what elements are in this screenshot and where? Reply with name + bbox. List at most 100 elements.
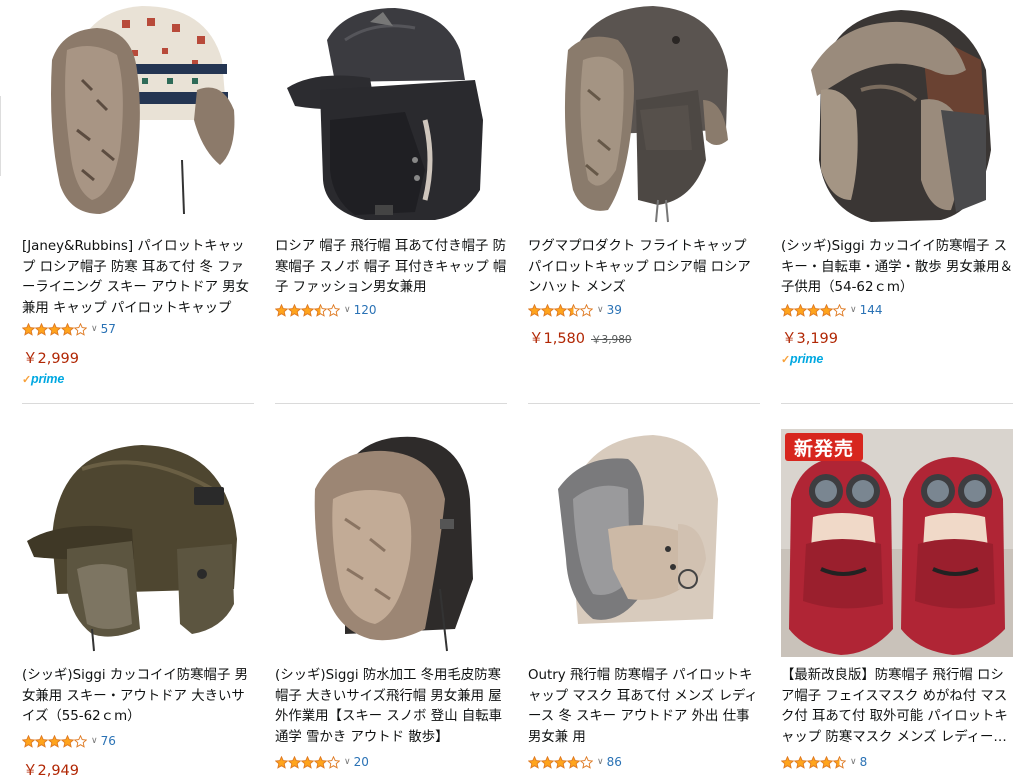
product-image[interactable] [781, 0, 1013, 228]
rating[interactable]: ∨ 86 [528, 754, 622, 770]
prime-label: prime [31, 372, 65, 386]
star-icon [288, 303, 301, 317]
star-rating[interactable] [528, 755, 593, 769]
star-icon [48, 322, 61, 336]
star-icon [781, 755, 794, 769]
prime-badge: ✓ prime [781, 352, 823, 366]
star-icon [74, 322, 87, 336]
chevron-down-icon[interactable]: ∨ [91, 736, 98, 746]
star-icon [61, 734, 74, 748]
star-icon [327, 303, 340, 317]
star-rating[interactable] [22, 734, 87, 748]
star-icon [567, 303, 580, 317]
star-rating[interactable] [22, 322, 87, 336]
rating[interactable]: ∨ 76 [22, 733, 116, 749]
star-icon [35, 734, 48, 748]
star-rating[interactable] [528, 303, 593, 317]
star-icon [48, 734, 61, 748]
star-icon [327, 755, 340, 769]
new-release-badge: 新発売 [785, 433, 863, 461]
chevron-down-icon[interactable]: ∨ [91, 324, 98, 334]
rating[interactable]: ∨ 39 [528, 302, 622, 318]
review-count[interactable]: 39 [607, 303, 622, 317]
rating[interactable]: ∨ 8 [781, 754, 867, 770]
row-divider [781, 403, 1013, 404]
product-image[interactable] [528, 0, 760, 228]
prime-badge: ✓ prime [22, 372, 64, 386]
price-value: ￥1,580 [529, 331, 586, 347]
list-price: ￥3,980 [591, 334, 632, 346]
rating[interactable]: ∨ 20 [275, 754, 369, 770]
product-card[interactable]: 新発売 【最新改良版】防寒帽子 飛行帽 ロシア帽子 フェイスマスク めがね付 マ… [781, 429, 1013, 782]
price-value: ￥2,949 [23, 763, 80, 779]
product-title[interactable]: [Janey&Rubbins] パイロットキャップ ロシア帽子 防寒 耳あて付 … [22, 237, 254, 319]
product-title[interactable]: 【最新改良版】防寒帽子 飛行帽 ロシア帽子 フェイスマスク めがね付 マスク付 … [781, 666, 1013, 748]
product-title[interactable]: (シッギ)Siggi カッコイイ防寒帽子 スキー・自転車・通学・散歩 男女兼用＆… [781, 237, 1013, 299]
star-icon [35, 322, 48, 336]
review-count[interactable]: 76 [101, 734, 116, 748]
review-count[interactable]: 20 [354, 755, 369, 769]
product-image[interactable] [275, 429, 507, 657]
price[interactable]: ￥2,999 [23, 347, 79, 368]
product-image[interactable] [22, 429, 254, 657]
star-rating[interactable] [781, 303, 846, 317]
product-title[interactable]: (シッギ)Siggi 防水加工 冬用毛皮防寒帽子 大きいサイズ飛行帽 男女兼用 … [275, 666, 507, 748]
star-icon [794, 303, 807, 317]
product-card[interactable]: (シッギ)Siggi カッコイイ防寒帽子 男女兼用 スキー・アウトドア 大きいサ… [22, 429, 254, 782]
product-title[interactable]: Outry 飛行帽 防寒帽子 パイロットキャップ マスク 耳あて付 メンズ レデ… [528, 666, 760, 748]
star-icon [275, 303, 288, 317]
row-divider [22, 403, 254, 404]
product-card[interactable]: ワグマプロダクト フライトキャップ パイロットキャップ ロシア帽 ロシアンハット… [528, 0, 760, 404]
rating[interactable]: ∨ 144 [781, 302, 883, 318]
review-count[interactable]: 144 [860, 303, 883, 317]
chevron-down-icon[interactable]: ∨ [597, 757, 604, 767]
star-rating[interactable] [275, 755, 340, 769]
product-card[interactable]: Outry 飛行帽 防寒帽子 パイロットキャップ マスク 耳あて付 メンズ レデ… [528, 429, 760, 782]
star-icon [314, 755, 327, 769]
price-value: ￥2,999 [23, 351, 80, 367]
star-icon [794, 755, 807, 769]
product-image[interactable] [22, 0, 254, 228]
product-image[interactable]: 新発売 [781, 429, 1013, 657]
star-icon [580, 303, 593, 317]
product-card[interactable]: ロシア 帽子 飛行帽 耳あて付き帽子 防寒帽子 スノボ 帽子 耳付きキャップ 帽… [275, 0, 507, 404]
left-edge-line [0, 96, 1, 176]
star-icon [580, 755, 593, 769]
star-rating[interactable] [781, 755, 846, 769]
star-icon [820, 755, 833, 769]
star-rating[interactable] [275, 303, 340, 317]
star-icon [22, 322, 35, 336]
price[interactable]: ￥3,199 [782, 327, 838, 348]
review-count[interactable]: 8 [860, 755, 868, 769]
star-icon [833, 303, 846, 317]
price[interactable]: ￥2,949 [23, 759, 79, 780]
star-icon [781, 303, 794, 317]
star-icon [22, 734, 35, 748]
product-image[interactable] [528, 429, 760, 657]
rating[interactable]: ∨ 57 [22, 321, 116, 337]
product-card[interactable]: (シッギ)Siggi カッコイイ防寒帽子 スキー・自転車・通学・散歩 男女兼用＆… [781, 0, 1013, 404]
badge-label: 新発売 [793, 437, 854, 460]
star-icon [807, 303, 820, 317]
price[interactable]: ￥1,580 ￥3,980 [529, 327, 632, 348]
product-card[interactable]: (シッギ)Siggi 防水加工 冬用毛皮防寒帽子 大きいサイズ飛行帽 男女兼用 … [275, 429, 507, 782]
row-divider [275, 403, 507, 404]
chevron-down-icon[interactable]: ∨ [850, 757, 857, 767]
product-title[interactable]: ワグマプロダクト フライトキャップ パイロットキャップ ロシア帽 ロシアンハット… [528, 237, 760, 299]
chevron-down-icon[interactable]: ∨ [850, 305, 857, 315]
star-icon [807, 755, 820, 769]
rating[interactable]: ∨ 120 [275, 302, 377, 318]
product-card[interactable]: [Janey&Rubbins] パイロットキャップ ロシア帽子 防寒 耳あて付 … [22, 0, 254, 404]
chevron-down-icon[interactable]: ∨ [344, 305, 351, 315]
review-count[interactable]: 57 [101, 322, 116, 336]
product-image[interactable] [275, 0, 507, 228]
chevron-down-icon[interactable]: ∨ [597, 305, 604, 315]
review-count[interactable]: 120 [354, 303, 377, 317]
product-title[interactable]: (シッギ)Siggi カッコイイ防寒帽子 男女兼用 スキー・アウトドア 大きいサ… [22, 666, 254, 728]
chevron-down-icon[interactable]: ∨ [344, 757, 351, 767]
product-title[interactable]: ロシア 帽子 飛行帽 耳あて付き帽子 防寒帽子 スノボ 帽子 耳付きキャップ 帽… [275, 237, 507, 299]
review-count[interactable]: 86 [607, 755, 622, 769]
star-icon [833, 755, 846, 769]
star-icon [554, 755, 567, 769]
price-value: ￥3,199 [782, 331, 839, 347]
